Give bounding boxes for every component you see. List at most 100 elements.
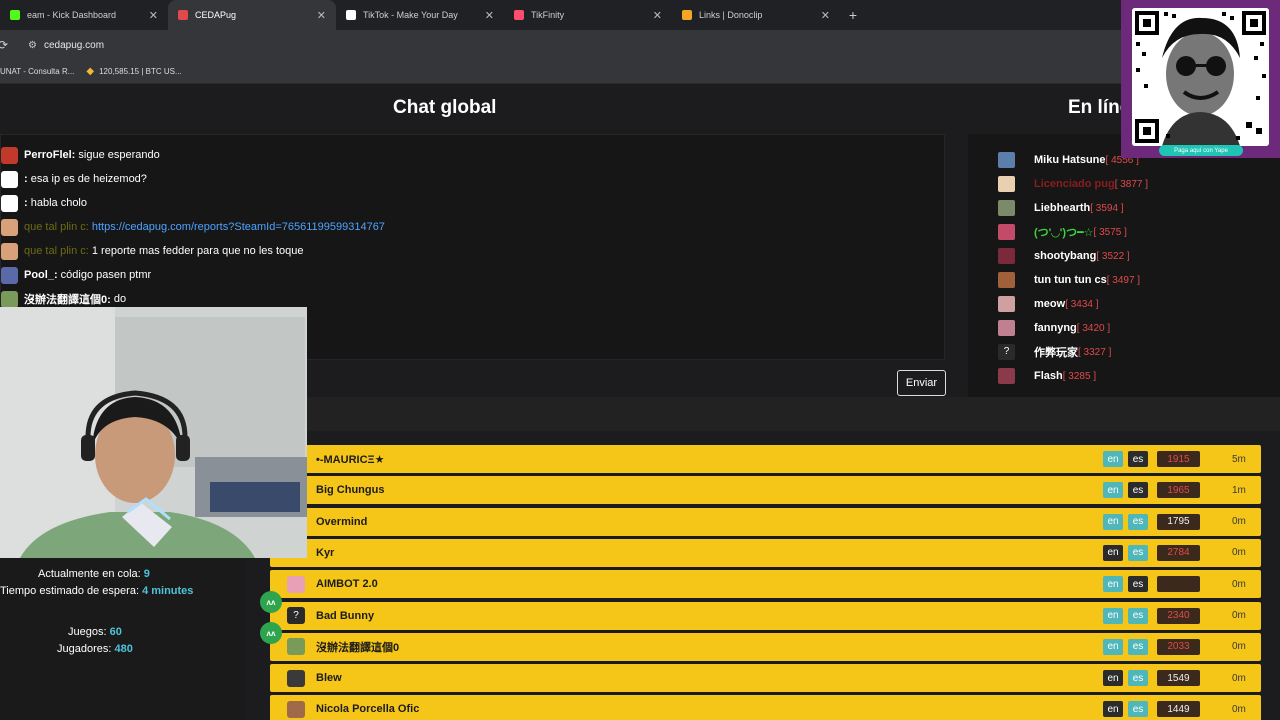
tab-label: Links | Donoclip — [699, 10, 763, 20]
avatar — [998, 200, 1015, 216]
address-bar[interactable]: cedapug.com — [44, 40, 104, 51]
party-badge-icon[interactable]: ᴧᴧ — [260, 622, 282, 644]
language-badge: es — [1128, 451, 1148, 467]
language-badge: en — [1103, 544, 1123, 561]
chat-text: do — [110, 293, 127, 305]
send-button[interactable]: Enviar — [897, 370, 946, 396]
online-score: [ 3522 ] — [1096, 250, 1130, 262]
close-tab-icon[interactable]: ✕ — [485, 9, 494, 22]
chat-username[interactable]: que tal plin c: — [24, 221, 89, 233]
queue-row[interactable]: AIMBOT 2.0 en es 0m — [270, 570, 1261, 599]
donoclip-icon — [682, 10, 692, 20]
bookmark-btc[interactable]: ◆ 120,585.15 | BTC US... — [86, 66, 181, 77]
chat-message: Pool_: código pasen ptmr — [1, 266, 152, 284]
queue-time: 0m — [1232, 516, 1246, 528]
close-tab-icon[interactable]: ✕ — [149, 9, 158, 22]
kick-icon — [10, 10, 20, 20]
browser-tab[interactable]: Links | Donoclip ✕ — [672, 0, 840, 30]
avatar — [998, 320, 1015, 336]
language-badge: en — [1103, 670, 1123, 687]
queue-row[interactable]: 沒辦法翻譯這個0 en es 2033 0m — [270, 632, 1261, 661]
online-score: [ 3285 ] — [1062, 370, 1097, 382]
queue-player-name: 沒辦法翻譯這個0 — [316, 641, 400, 654]
online-username: Licenciado pug — [1034, 178, 1115, 190]
language-badge: en — [1103, 638, 1123, 655]
bookmark-label: UNAT - Consulta R... — [0, 67, 75, 76]
qr-code-image — [1132, 8, 1269, 146]
chat-message: 沒辦法翻譯這個0: do — [1, 290, 127, 308]
close-tab-icon[interactable]: ✕ — [821, 9, 830, 22]
elo-badge: 2340 — [1157, 607, 1200, 624]
online-users-list[interactable]: Miku Hatsune[ 4556 ] Licenciado pug[ 3877… — [968, 134, 1280, 397]
avatar — [998, 224, 1015, 240]
browser-toolbar: ⟳ ⚙ cedapug.com — [0, 30, 1280, 60]
online-user[interactable]: meow[ 3434 ] — [998, 295, 1099, 313]
online-user[interactable]: (つ'◡')つ━☆[ 3575 ] — [998, 223, 1127, 241]
online-username: shootybang — [1034, 250, 1097, 262]
queue-row[interactable]: •-MAURICΞ★ en es 1915 5m — [270, 445, 1261, 473]
chat-username[interactable]: Pool_: — [24, 269, 58, 281]
queue-player-name: Bad Bunny — [316, 609, 375, 622]
queue-row[interactable]: ? Bad Bunny en es 2340 0m — [270, 601, 1261, 630]
chat-username[interactable]: que tal plin c: — [24, 245, 89, 257]
language-badge: en — [1103, 451, 1123, 467]
online-user[interactable]: Flash[ 3285 ] — [998, 367, 1096, 385]
avatar — [1, 218, 18, 236]
language-badge: es — [1128, 576, 1148, 593]
queue-player-name: AIMBOT 2.0 — [316, 578, 378, 591]
online-user[interactable]: ? 作弊玩家[ 3327 ] — [998, 343, 1111, 361]
online-user[interactable]: shootybang[ 3522 ] — [998, 247, 1130, 265]
online-title: En líne — [1068, 97, 1128, 118]
queue-time: 0m — [1232, 610, 1246, 621]
browser-tab[interactable]: TikFinity ✕ — [504, 0, 672, 30]
queue-row[interactable]: Kyr en es 2784 0m — [270, 538, 1261, 567]
queue-row[interactable]: Nicola Porcella Ofic en es 1449 0m — [270, 695, 1261, 720]
avatar — [1, 194, 18, 212]
chat-link[interactable]: https://cedapug.com/reports?SteamId=7656… — [89, 221, 385, 233]
site-info-icon[interactable]: ⚙ — [28, 40, 44, 51]
webcam-overlay — [0, 307, 307, 558]
online-user[interactable]: fannyng[ 3420 ] — [998, 319, 1110, 337]
chat-username[interactable]: PerroFlel: — [24, 149, 75, 161]
chat-text: código pasen ptmr — [57, 269, 152, 281]
queue-time: 0m — [1232, 547, 1246, 559]
queue-player-name: Big Chungus — [316, 484, 385, 497]
avatar — [1, 242, 18, 260]
browser-tab[interactable]: TikTok - Make Your Day ✕ — [336, 0, 504, 30]
close-tab-icon[interactable]: ✕ — [653, 9, 662, 22]
language-badge: en — [1103, 513, 1123, 530]
online-score: [ 3420 ] — [1076, 322, 1111, 334]
chat-username[interactable]: 沒辦法翻譯這個0: — [24, 291, 111, 307]
online-user[interactable]: Liebhearth[ 3594 ] — [998, 199, 1124, 217]
cedapug-icon — [178, 10, 188, 20]
chat-title: Chat global — [393, 97, 497, 118]
browser-tab[interactable]: eam - Kick Dashboard ✕ — [0, 0, 168, 30]
party-badge-icon[interactable]: ᴧᴧ — [260, 591, 282, 613]
avatar — [287, 638, 305, 656]
online-user[interactable]: Miku Hatsune[ 4556 ] — [998, 151, 1139, 169]
new-tab-icon[interactable]: + — [840, 0, 866, 30]
language-badge: es — [1128, 638, 1148, 655]
avatar — [1, 290, 18, 308]
queue-row[interactable]: Overmind en es 1795 0m — [270, 507, 1261, 536]
online-username: meow — [1034, 298, 1066, 310]
online-user[interactable]: Licenciado pug[ 3877 ] — [998, 175, 1148, 193]
online-username: tun tun tun cs — [1034, 274, 1107, 286]
reload-icon[interactable]: ⟳ — [0, 38, 18, 52]
bookmark-unat[interactable]: UNAT - Consulta R... — [0, 67, 74, 76]
language-badge: es — [1128, 607, 1148, 624]
online-username: (つ'◡')つ━☆ — [1034, 227, 1094, 239]
queue-stats-panel: Actualmente en cola: 9 Tiempo estimado d… — [0, 558, 247, 720]
online-username: fannyng — [1034, 322, 1077, 334]
chat-message: que tal plin c: https://cedapug.com/repo… — [1, 218, 385, 236]
queue-row[interactable]: Blew en es 1549 0m — [270, 664, 1261, 693]
close-tab-icon[interactable]: ✕ — [317, 9, 326, 22]
online-score: [ 3327 ] — [1078, 346, 1112, 358]
queue-row[interactable]: Big Chungus en es 1965 1m — [270, 476, 1261, 505]
browser-tab[interactable]: CEDAPug ✕ — [168, 0, 336, 30]
avatar — [998, 152, 1015, 168]
online-user[interactable]: tun tun tun cs[ 3497 ] — [998, 271, 1140, 289]
online-score: [ 3575 ] — [1093, 226, 1127, 238]
queue-time: 1m — [1232, 484, 1246, 496]
tiktok-icon — [346, 10, 356, 20]
